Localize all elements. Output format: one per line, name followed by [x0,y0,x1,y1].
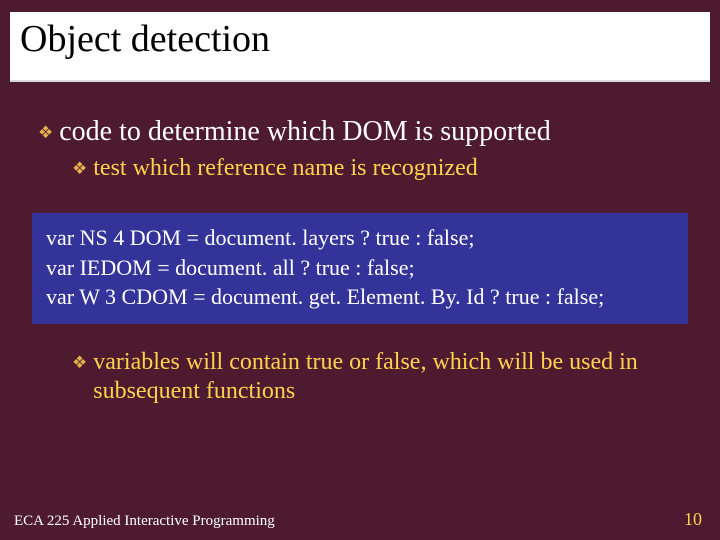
bullet-text: variables will contain true or false, wh… [93,348,653,406]
bullet-diamond-icon: ❖ [72,160,87,177]
footer-page-number: 10 [684,509,702,530]
footer-course: ECA 225 Applied Interactive Programming [14,513,275,530]
code-line: var W 3 CDOM = document. get. Element. B… [46,282,674,312]
bullet-diamond-icon: ❖ [72,354,87,371]
bullet-level2: ❖ test which reference name is recognize… [72,154,710,183]
code-block: var NS 4 DOM = document. layers ? true :… [32,213,688,324]
code-line: var NS 4 DOM = document. layers ? true :… [46,223,674,253]
bullet-text: code to determine which DOM is supported [59,116,550,148]
bullet-level2: ❖ variables will contain true or false, … [72,348,710,406]
slide-title: Object detection [10,12,710,82]
bullet-diamond-icon: ❖ [38,124,53,141]
slide: Object detection ❖ code to determine whi… [0,0,720,540]
bullet-level1: ❖ code to determine which DOM is support… [38,116,710,148]
slide-body: ❖ code to determine which DOM is support… [10,110,710,406]
bullet-text: test which reference name is recognized [93,154,477,183]
code-line: var IEDOM = document. all ? true : false… [46,253,674,283]
